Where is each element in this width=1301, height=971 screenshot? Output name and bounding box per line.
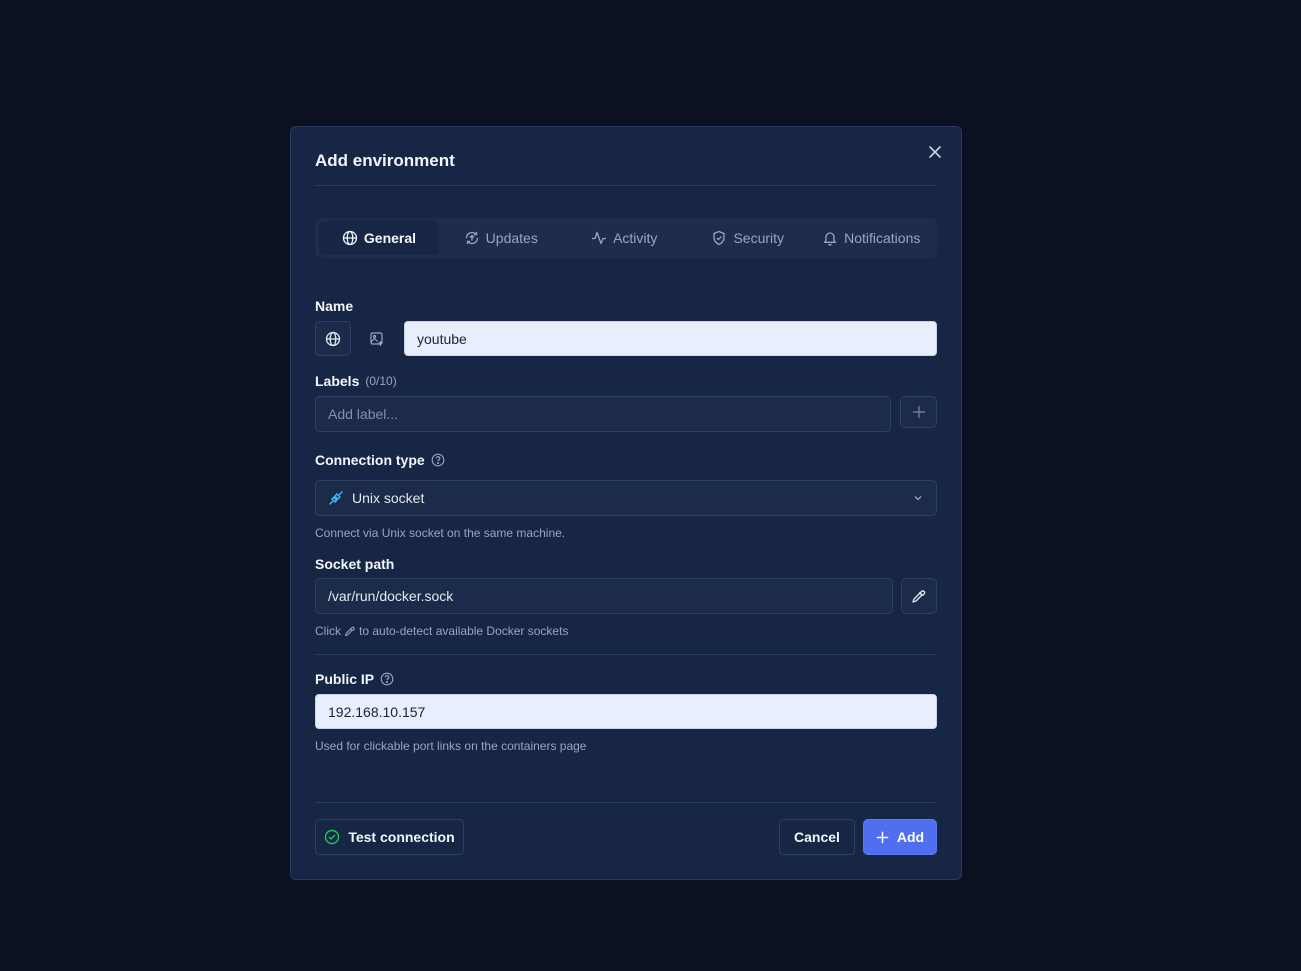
test-connection-button[interactable]: Test connection [315, 819, 464, 855]
tab-general-label: General [363, 230, 417, 246]
pipette-icon [912, 590, 926, 603]
socket-path-label-text: Socket path [315, 556, 395, 572]
tab-activity[interactable]: Activity [563, 221, 687, 255]
public-ip-help: Used for clickable port links on the con… [315, 739, 586, 753]
tab-activity-label: Activity [613, 230, 658, 246]
image-upload-icon [370, 331, 383, 346]
connection-type-value: Unix socket [352, 490, 425, 506]
socket-path-value: /var/run/docker.sock [328, 588, 454, 604]
name-label: Name [315, 298, 353, 314]
public-ip-input[interactable]: 192.168.10.157 [315, 694, 937, 729]
connection-type-label: Connection type [315, 452, 445, 468]
tab-general[interactable]: General [319, 221, 439, 255]
connection-type-select[interactable]: Unix socket [315, 480, 937, 516]
bell-icon [824, 232, 837, 246]
add-label-button[interactable] [900, 396, 937, 428]
pipette-icon [344, 626, 355, 637]
labels-label-text: Labels [315, 373, 360, 389]
public-ip-help-text: Used for clickable port links on the con… [315, 739, 587, 753]
public-ip-label-text: Public IP [315, 671, 375, 687]
cancel-label: Cancel [794, 829, 840, 845]
activity-icon [592, 231, 607, 245]
connection-type-help-text: Connect via Unix socket on the same mach… [315, 526, 566, 540]
help-circle-icon[interactable] [380, 672, 394, 686]
test-connection-label: Test connection [348, 829, 455, 845]
tab-security-label: Security [733, 230, 785, 246]
socket-path-help: Click to auto-detect available Docker so… [315, 624, 568, 638]
socket-path-help-after: to auto-detect available Docker sockets [359, 624, 569, 638]
socket-path-input[interactable]: /var/run/docker.sock [315, 578, 893, 614]
labels-input[interactable]: Add label... [315, 396, 891, 432]
icon-image-button[interactable] [359, 321, 395, 356]
check-circle-icon [325, 829, 340, 845]
auto-detect-button[interactable] [901, 578, 937, 614]
globe-icon [342, 230, 358, 246]
close-button[interactable] [926, 143, 944, 161]
close-icon [929, 146, 941, 158]
dialog-title: Add environment [315, 151, 455, 170]
tab-notifications-label: Notifications [844, 230, 921, 246]
public-ip-value: 192.168.10.157 [328, 703, 426, 720]
section-divider [315, 654, 937, 655]
add-environment-dialog: Add environment General Updates Activity [290, 126, 962, 880]
labels-input-placeholder: Add label... [328, 406, 399, 422]
globe-icon [325, 331, 341, 346]
icon-globe-button[interactable] [315, 321, 351, 356]
tab-notifications[interactable]: Notifications [810, 221, 934, 255]
labels-label: Labels (0/10) [315, 373, 397, 389]
tab-security[interactable]: Security [686, 221, 810, 255]
socket-path-label: Socket path [315, 556, 394, 572]
connection-type-selected: Unix socket [328, 490, 424, 506]
refresh-upload-icon [465, 231, 478, 245]
add-button[interactable]: Add [863, 819, 937, 855]
chevron-down-icon [914, 496, 922, 501]
plus-icon [912, 405, 925, 419]
help-circle-icon[interactable] [431, 453, 445, 467]
public-ip-label: Public IP [315, 671, 394, 687]
cancel-button[interactable]: Cancel [779, 819, 855, 855]
footer-divider [315, 802, 937, 803]
name-input-value: youtube [417, 330, 467, 347]
tab-updates-label: Updates [485, 230, 538, 246]
plug-icon [329, 491, 343, 505]
tab-updates[interactable]: Updates [439, 221, 563, 255]
plus-icon [876, 831, 889, 843]
header-divider [315, 185, 937, 186]
socket-path-help-before: Click [315, 624, 341, 638]
labels-count: (0/10) [365, 374, 397, 388]
tab-bar: General Updates Activity Security Notifi… [315, 218, 937, 258]
connection-type-label-text: Connection type [315, 452, 425, 468]
name-label-text: Name [315, 298, 354, 314]
add-label: Add [896, 829, 925, 845]
name-input[interactable]: youtube [404, 321, 937, 356]
connection-type-help: Connect via Unix socket on the same mach… [315, 526, 565, 540]
shield-check-icon [713, 230, 726, 246]
